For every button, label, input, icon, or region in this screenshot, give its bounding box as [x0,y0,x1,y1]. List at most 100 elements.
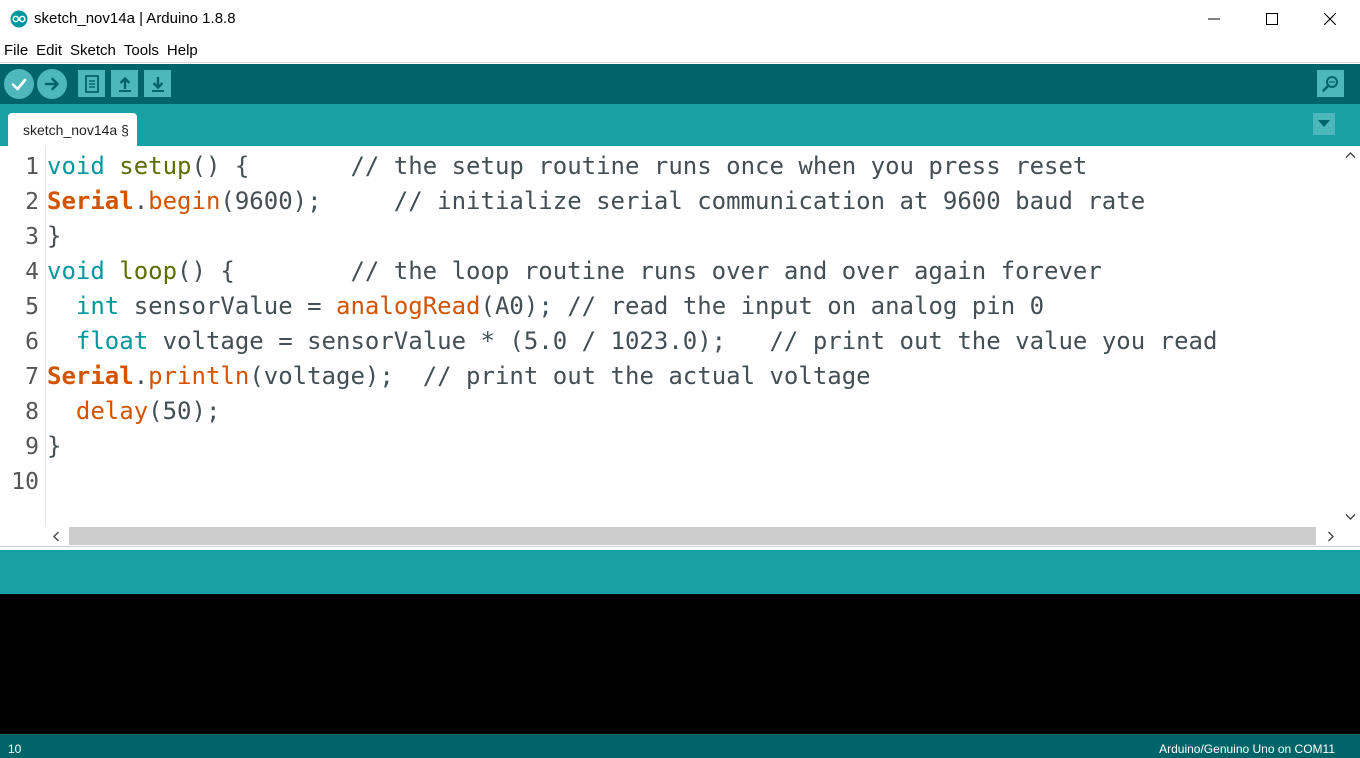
open-icon [118,76,131,92]
code-token: println [148,362,250,390]
arduino-logo-icon [10,10,28,28]
code-line[interactable]: int sensorValue = analogRead(A0); // rea… [47,289,1044,324]
line-number-gutter: 1 2 3 4 5 6 7 8 9 10 [0,146,46,526]
horizontal-scrollbar[interactable] [46,526,1341,546]
upload-button[interactable] [37,69,67,99]
code-token: void [47,152,105,180]
menu-edit[interactable]: Edit [36,42,62,59]
tab-sketch[interactable]: sketch_nov14a § [8,113,137,146]
status-bar: 10 Arduino/Genuino Uno on COM11 [0,734,1360,758]
code-line[interactable]: void setup() { // the setup routine runs… [47,149,1087,184]
line-number: 5 [25,294,39,320]
line-number: 7 [25,364,39,390]
code-token: . [133,187,149,215]
code-token: setup [119,152,192,180]
code-line[interactable]: void loop() { // the loop routine runs o… [47,254,1102,289]
code-token: . [133,362,149,390]
console-output[interactable] [0,594,1360,734]
line-number: 2 [25,189,39,215]
code-line[interactable]: } [47,219,61,254]
menu-file[interactable]: File [4,42,28,59]
window-title: sketch_nov14a | Arduino 1.8.8 [34,10,236,27]
close-button[interactable] [1301,0,1359,38]
menu-help[interactable]: Help [167,42,198,59]
code-line[interactable]: float voltage = sensorValue * (5.0 / 102… [47,324,1218,359]
code-token: (50); [148,397,221,425]
tab-menu-button[interactable] [1313,113,1335,135]
code-token: // the setup routine runs once when you … [350,152,1088,180]
message-area [0,550,1360,594]
code-token: // read the input on analog pin 0 [567,292,1045,320]
code-token: // initialize serial communication at 96… [393,187,1146,215]
verify-icon [11,78,27,91]
scroll-left-icon[interactable] [52,531,60,542]
line-number: 9 [25,434,39,460]
code-token: (9600); [220,187,394,215]
open-sketch-button[interactable] [111,70,138,97]
code-token: delay [75,397,149,425]
menu-bar: File Edit Sketch Tools Help [0,38,1360,63]
scroll-down-icon[interactable] [1345,513,1356,521]
code-token: void [47,257,105,285]
code-editor[interactable]: 1 2 3 4 5 6 7 8 9 10 void setup() { // the setup … [0,146,1360,526]
maximize-button[interactable] [1243,0,1301,38]
status-line-number: 10 [8,742,22,756]
code-token: sensorValue = [119,292,337,320]
save-sketch-button[interactable] [144,70,171,97]
line-number: 6 [25,329,39,355]
code-token: Serial [47,362,134,390]
scroll-up-icon[interactable] [1345,151,1356,159]
save-icon [151,76,164,92]
line-number: 1 [25,154,39,180]
new-icon [84,74,99,93]
code-token: (A0); [480,292,568,320]
code-token: } [47,432,62,460]
line-number: 4 [25,259,39,285]
code-token: // print out the actual voltage [422,362,871,390]
code-line[interactable]: delay(50); [47,394,221,429]
status-board-port: Arduino/Genuino Uno on COM11 [1159,742,1335,756]
code-token: float [75,327,149,355]
toolbar [0,64,1360,104]
tab-label: sketch_nov14a § [23,121,129,138]
title-bar: sketch_nov14a | Arduino 1.8.8 [0,0,1360,38]
chevron-down-icon [1318,120,1330,127]
code-token: begin [148,187,221,215]
menu-tools[interactable]: Tools [124,42,159,59]
line-number: 8 [25,399,39,425]
code-line[interactable]: Serial.begin(9600); // initialize serial… [47,184,1145,219]
new-sketch-button[interactable] [78,70,105,97]
code-token: int [75,292,120,320]
serial-monitor-button[interactable] [1317,70,1344,97]
code-token: loop [119,257,178,285]
code-line[interactable]: } [47,429,61,464]
code-token: voltage = sensorValue * (5.0 / 1023.0); [148,327,770,355]
minimize-button[interactable] [1185,0,1243,38]
menu-sketch[interactable]: Sketch [70,42,116,59]
serial-monitor-icon [1321,75,1338,92]
upload-icon [44,77,59,91]
vertical-scrollbar[interactable] [1341,146,1360,526]
horizontal-scroll-thumb[interactable] [69,527,1316,545]
code-token: (voltage); [249,362,423,390]
code-line[interactable]: Serial.println(voltage); // print out th… [47,359,871,394]
code-area[interactable]: void setup() { // the setup routine runs… [47,146,1341,526]
code-token: () { [177,257,351,285]
close-icon [1324,13,1336,25]
scroll-right-icon[interactable] [1327,531,1335,542]
code-token: // print out the value you read [769,327,1218,355]
code-token: () { [191,152,351,180]
code-token: } [47,222,62,250]
code-token: Serial [47,187,134,215]
line-number: 3 [25,224,39,250]
maximize-icon [1266,13,1278,25]
code-token: // the loop routine runs over and over a… [350,257,1102,285]
line-number: 10 [11,469,39,495]
tab-strip: sketch_nov14a § [0,104,1360,146]
verify-button[interactable] [4,69,34,99]
